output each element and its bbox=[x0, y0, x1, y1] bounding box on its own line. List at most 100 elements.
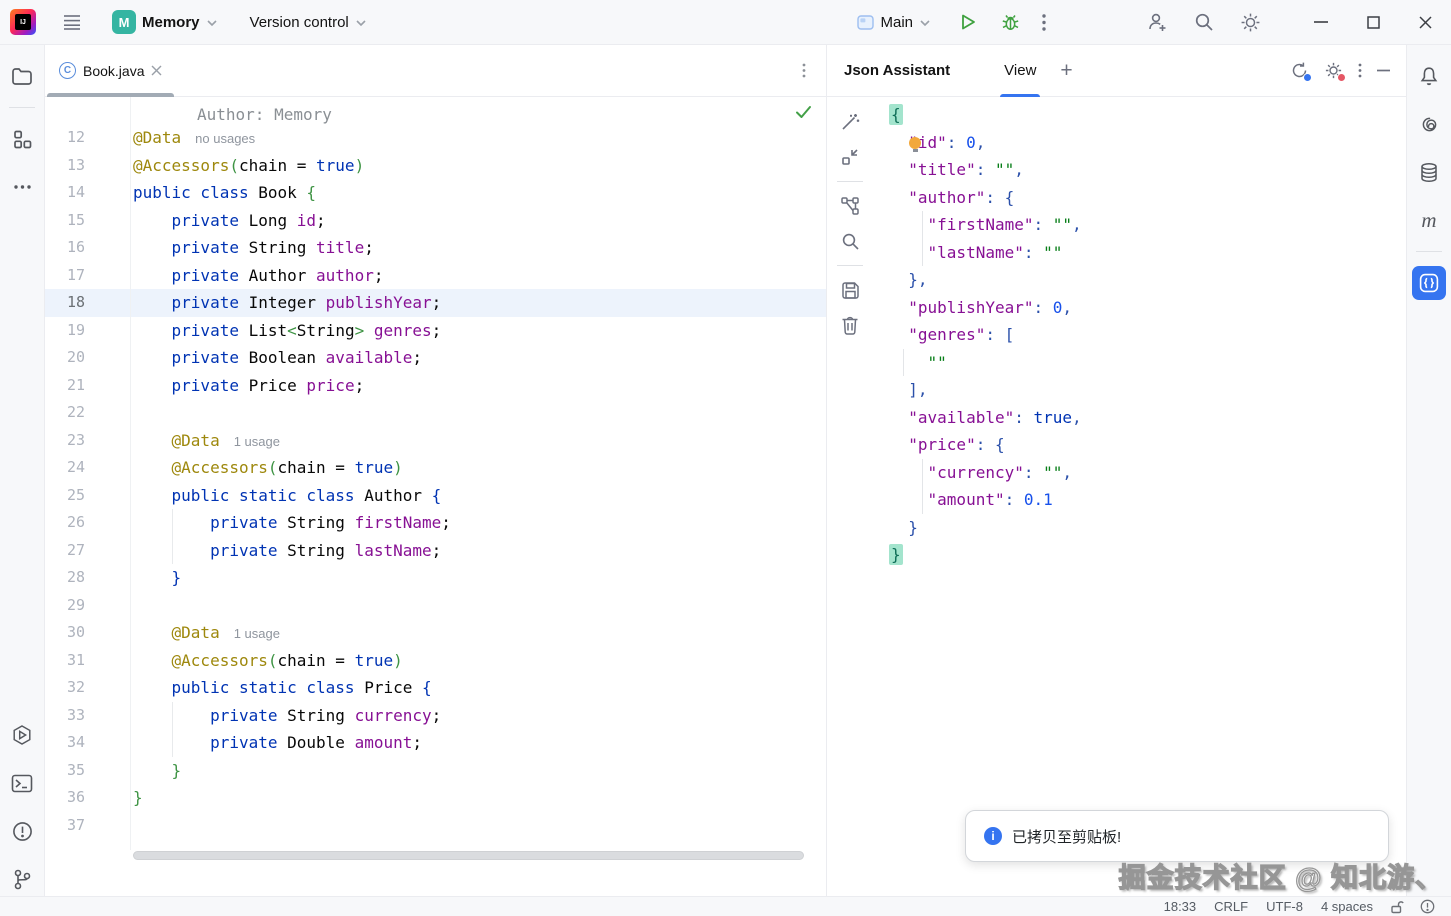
code-line-20[interactable]: 20 private Boolean available; bbox=[45, 344, 826, 372]
status-line-ending[interactable]: CRLF bbox=[1205, 899, 1257, 914]
hide-panel-icon[interactable] bbox=[1377, 69, 1390, 72]
structure-tool-button[interactable] bbox=[5, 122, 39, 156]
code-line-16[interactable]: 16 private String title; bbox=[45, 234, 826, 262]
add-tab-button[interactable]: + bbox=[1050, 59, 1082, 83]
save-button[interactable] bbox=[835, 275, 865, 305]
code-line-18[interactable]: 18 private Integer publishYear; bbox=[45, 289, 826, 317]
json-line-13[interactable]: "price": { bbox=[889, 431, 1406, 459]
git-tool-button[interactable] bbox=[5, 862, 39, 896]
json-line-17[interactable]: } bbox=[889, 541, 1406, 569]
json-line-6[interactable]: "lastName": "" bbox=[889, 238, 1406, 266]
toast-notification[interactable]: i 已拷贝至剪贴板! bbox=[965, 810, 1389, 862]
status-indent[interactable]: 4 spaces bbox=[1312, 899, 1382, 914]
tab-book-java[interactable]: C Book.java bbox=[45, 45, 176, 97]
problems-tool-button[interactable] bbox=[5, 814, 39, 848]
code-line-19[interactable]: 19 private List<String> genres; bbox=[45, 317, 826, 345]
status-time[interactable]: 18:33 bbox=[1155, 899, 1206, 914]
json-line-1[interactable]: { bbox=[889, 101, 1406, 129]
code-token: , bbox=[975, 132, 986, 152]
json-line-4[interactable]: "author": { bbox=[889, 184, 1406, 212]
json-line-8[interactable]: "publishYear": 0, bbox=[889, 294, 1406, 322]
ai-assistant-button[interactable] bbox=[1412, 107, 1446, 141]
vcs-widget[interactable]: Version control bbox=[242, 6, 375, 38]
lightbulb-icon[interactable] bbox=[909, 136, 921, 152]
code-line-28[interactable]: 28 } bbox=[45, 564, 826, 592]
code-line-29[interactable]: 29 bbox=[45, 592, 826, 620]
json-viewer[interactable]: { "id": 0, "title": "", "author": { "fir… bbox=[873, 97, 1406, 896]
code-line-27[interactable]: 27 private String lastName; bbox=[45, 536, 826, 564]
code-line-32[interactable]: 32 public static class Price { bbox=[45, 674, 826, 702]
code-line-14[interactable]: 14 public class Book { bbox=[45, 179, 826, 207]
code-line-34[interactable]: 34 private Double amount; bbox=[45, 729, 826, 757]
code-token: : bbox=[1004, 490, 1024, 509]
code-line-31[interactable]: 31 @Accessors(chain = true) bbox=[45, 647, 826, 675]
run-button[interactable] bbox=[951, 6, 985, 38]
code-line-26[interactable]: 26 private String firstName; bbox=[45, 509, 826, 537]
usage-inlay-hint[interactable]: 1 usage bbox=[234, 626, 280, 641]
inspections-status-icon[interactable] bbox=[1412, 899, 1443, 914]
project-widget[interactable]: M Memory bbox=[104, 6, 226, 38]
collapse-button[interactable] bbox=[835, 142, 865, 172]
panel-options-icon[interactable] bbox=[1358, 63, 1362, 78]
tab-options-icon[interactable] bbox=[802, 63, 806, 78]
json-line-5[interactable]: "firstName": "", bbox=[889, 211, 1406, 239]
run-configuration-widget[interactable]: Main bbox=[849, 6, 939, 38]
inspection-check-icon[interactable] bbox=[795, 105, 812, 119]
tab-view[interactable]: View bbox=[990, 45, 1050, 97]
project-tool-button[interactable] bbox=[5, 59, 39, 93]
settings-refresh-icon[interactable] bbox=[1324, 61, 1346, 82]
code-line-21[interactable]: 21 private Price price; bbox=[45, 372, 826, 400]
code-line-12[interactable]: 12 @Data no usages bbox=[45, 124, 826, 152]
json-line-11[interactable]: ], bbox=[889, 376, 1406, 404]
usage-inlay-hint[interactable]: no usages bbox=[195, 131, 255, 146]
code-editor[interactable]: Author: Memory 12 @Data no usages 13 @Access… bbox=[45, 97, 826, 896]
notifications-button[interactable] bbox=[1412, 59, 1446, 93]
json-line-3[interactable]: "title": "", bbox=[889, 156, 1406, 184]
code-line-25[interactable]: 25 public static class Author { bbox=[45, 482, 826, 510]
search-button[interactable] bbox=[835, 226, 865, 256]
code-line-35[interactable]: 35 } bbox=[45, 757, 826, 785]
code-line-17[interactable]: 17 private Author author; bbox=[45, 262, 826, 290]
horizontal-scrollbar[interactable] bbox=[133, 851, 804, 860]
code-line-33[interactable]: 33 private String currency; bbox=[45, 701, 826, 729]
code-with-me-button[interactable] bbox=[1138, 6, 1176, 38]
window-close-button[interactable] bbox=[1399, 0, 1451, 45]
structure-nodes-button[interactable] bbox=[835, 191, 865, 221]
unlocked-padlock-icon[interactable] bbox=[1382, 900, 1412, 914]
window-minimize-button[interactable] bbox=[1295, 0, 1347, 45]
json-line-2[interactable]: "id": 0, bbox=[889, 129, 1406, 157]
code-line-36[interactable]: 36} bbox=[45, 784, 826, 812]
more-actions-button[interactable] bbox=[1034, 6, 1054, 38]
close-tab-icon[interactable] bbox=[151, 65, 162, 76]
json-assistant-tool-button[interactable] bbox=[1412, 266, 1446, 300]
code-line-37[interactable]: 37 bbox=[45, 812, 826, 840]
more-tool-windows-button[interactable] bbox=[5, 170, 39, 204]
status-encoding[interactable]: UTF-8 bbox=[1257, 899, 1312, 914]
code-line-22[interactable]: 22 bbox=[45, 399, 826, 427]
sync-settings-icon[interactable] bbox=[1290, 61, 1312, 82]
maven-button[interactable]: m bbox=[1412, 203, 1446, 237]
settings-button[interactable] bbox=[1232, 6, 1269, 38]
code-line-13[interactable]: 13 @Accessors(chain = true) bbox=[45, 152, 826, 180]
services-tool-button[interactable] bbox=[5, 718, 39, 752]
json-line-10[interactable]: "" bbox=[889, 348, 1406, 376]
code-line-30[interactable]: 30 @Data 1 usage bbox=[45, 619, 826, 647]
json-line-9[interactable]: "genres": [ bbox=[889, 321, 1406, 349]
search-everywhere-button[interactable] bbox=[1186, 6, 1222, 38]
format-wand-button[interactable] bbox=[835, 107, 865, 137]
window-maximize-button[interactable] bbox=[1347, 0, 1399, 45]
terminal-tool-button[interactable] bbox=[5, 766, 39, 800]
usage-inlay-hint[interactable]: 1 usage bbox=[234, 434, 280, 449]
code-line-24[interactable]: 24 @Accessors(chain = true) bbox=[45, 454, 826, 482]
main-menu-button[interactable] bbox=[54, 6, 90, 38]
json-line-15[interactable]: "amount": 0.1 bbox=[889, 486, 1406, 514]
code-line-15[interactable]: 15 private Long id; bbox=[45, 207, 826, 235]
debug-button[interactable] bbox=[993, 6, 1028, 38]
code-line-23[interactable]: 23 @Data 1 usage bbox=[45, 427, 826, 455]
json-line-7[interactable]: }, bbox=[889, 266, 1406, 294]
delete-button[interactable] bbox=[835, 310, 865, 340]
json-line-16[interactable]: } bbox=[889, 514, 1406, 542]
json-line-12[interactable]: "available": true, bbox=[889, 404, 1406, 432]
json-line-14[interactable]: "currency": "", bbox=[889, 458, 1406, 486]
database-button[interactable] bbox=[1412, 155, 1446, 189]
